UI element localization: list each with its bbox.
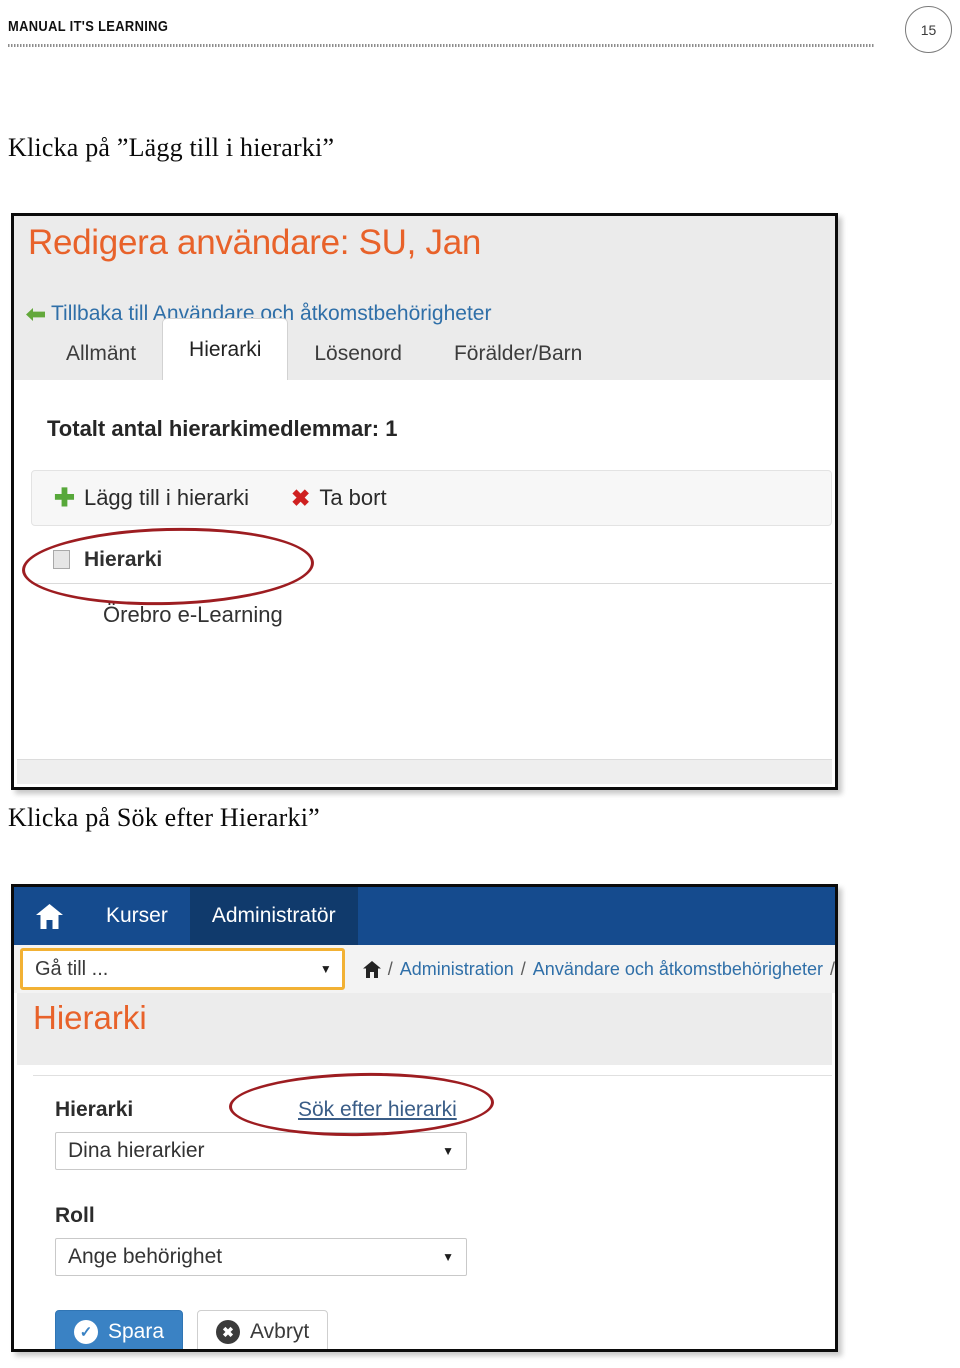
hierarki-select-value: Dina hierarkier bbox=[68, 1139, 205, 1162]
header-divider bbox=[8, 44, 874, 47]
roll-select-value: Ange behörighet bbox=[68, 1245, 223, 1268]
hierarki-select[interactable]: Dina hierarkier ▼ bbox=[55, 1132, 467, 1170]
tab-foralder-barn[interactable]: Förälder/Barn bbox=[428, 328, 608, 380]
breadcrumb-separator-trailing: / bbox=[829, 958, 835, 979]
hierarchy-form-body: Hierarki Hierarki Sök efter hierarki Din… bbox=[17, 993, 832, 1349]
page-header: MANUAL IT'S LEARNING 15 bbox=[0, 0, 960, 60]
goto-select[interactable]: Gå till ... ▼ bbox=[20, 948, 345, 990]
breadcrumb-item-users[interactable]: Användare och åtkomstbehörigheter bbox=[533, 959, 823, 980]
home-icon bbox=[35, 903, 63, 929]
edit-user-body: Totalt antal hierarkimedlemmar: 1 ✚ Lägg… bbox=[17, 380, 832, 759]
edit-user-title: Redigera användare: SU, Jan bbox=[28, 223, 482, 262]
page-number-badge: 15 bbox=[905, 6, 952, 53]
search-hierarchy-link[interactable]: Sök efter hierarki bbox=[298, 1098, 457, 1122]
hierarchy-form-panel: Hierarki Sök efter hierarki Dina hierark… bbox=[33, 1075, 832, 1349]
roll-select[interactable]: Ange behörighet ▼ bbox=[55, 1238, 467, 1276]
hierarchy-page-title: Hierarki bbox=[33, 999, 147, 1036]
instruction-step-1: Klicka på ”Lägg till i hierarki” bbox=[8, 133, 335, 162]
screenshot-hierarchy-form: Kurser Administratör Gå till ... ▼ / Adm… bbox=[11, 884, 838, 1352]
screenshot-edit-user: Redigera användare: SU, Jan Tillbaka til… bbox=[11, 213, 838, 790]
cancel-button-label: Avbryt bbox=[250, 1320, 310, 1343]
chevron-down-icon: ▼ bbox=[319, 962, 332, 976]
tab-hierarki[interactable]: Hierarki bbox=[162, 318, 289, 380]
save-button-label: Spara bbox=[108, 1320, 165, 1343]
table-header-row: Hierarki bbox=[31, 536, 832, 584]
hierarchy-toolbar: ✚ Lägg till i hierarki ✖ Ta bort bbox=[31, 470, 832, 526]
label-roll: Roll bbox=[55, 1204, 95, 1227]
goto-select-value: Gå till ... bbox=[35, 957, 109, 980]
chevron-down-icon: ▼ bbox=[442, 1250, 454, 1264]
delete-button[interactable]: ✖ Ta bort bbox=[291, 485, 387, 511]
breadcrumb: / Administration / Användare och åtkomst… bbox=[362, 958, 835, 980]
hierarchy-name-cell: Örebro e-Learning bbox=[103, 602, 283, 627]
x-circle-icon: ✖ bbox=[216, 1320, 241, 1344]
form-actions: ✓ Spara ✖ Avbryt bbox=[55, 1310, 329, 1349]
chevron-down-icon: ▼ bbox=[442, 1144, 454, 1158]
total-members-text: Totalt antal hierarkimedlemmar: 1 bbox=[47, 416, 398, 441]
delete-label: Ta bort bbox=[319, 485, 387, 510]
column-header-hierarki: Hierarki bbox=[84, 547, 163, 571]
add-to-hierarchy-button[interactable]: ✚ Lägg till i hierarki bbox=[54, 485, 249, 511]
panel-footer bbox=[17, 759, 832, 784]
x-mark-icon: ✖ bbox=[291, 484, 311, 511]
nav-home-button[interactable] bbox=[14, 887, 84, 945]
tab-allmant[interactable]: Allmänt bbox=[40, 328, 162, 380]
toolstrip: Gå till ... ▼ / Administration / Använda… bbox=[14, 945, 835, 993]
nav-item-administrator[interactable]: Administratör bbox=[189, 887, 358, 945]
select-all-checkbox[interactable] bbox=[53, 550, 70, 569]
instruction-step-2: Klicka på Sök efter Hierarki” bbox=[8, 803, 320, 832]
add-to-hierarchy-label: Lägg till i hierarki bbox=[83, 485, 250, 510]
breadcrumb-separator: / bbox=[387, 958, 393, 979]
top-navbar: Kurser Administratör bbox=[14, 887, 835, 945]
breadcrumb-separator: / bbox=[520, 958, 526, 979]
check-circle-icon: ✓ bbox=[74, 1320, 98, 1344]
tab-losenord[interactable]: Lösenord bbox=[288, 328, 428, 380]
table-row[interactable]: Örebro e-Learning bbox=[31, 584, 832, 646]
save-button[interactable]: ✓ Spara bbox=[55, 1310, 184, 1349]
breadcrumb-item-administration[interactable]: Administration bbox=[400, 959, 514, 980]
tab-bar: Allmänt Hierarki Lösenord Förälder/Barn bbox=[14, 318, 835, 380]
edit-user-header: Redigera användare: SU, Jan Tillbaka til… bbox=[14, 216, 835, 380]
nav-item-kurser[interactable]: Kurser bbox=[84, 887, 190, 945]
home-icon bbox=[362, 960, 381, 978]
label-hierarki: Hierarki bbox=[55, 1098, 134, 1121]
cancel-button[interactable]: ✖ Avbryt bbox=[197, 1310, 329, 1349]
document-title: MANUAL IT'S LEARNING bbox=[8, 18, 169, 35]
plus-icon: ✚ bbox=[54, 483, 75, 512]
